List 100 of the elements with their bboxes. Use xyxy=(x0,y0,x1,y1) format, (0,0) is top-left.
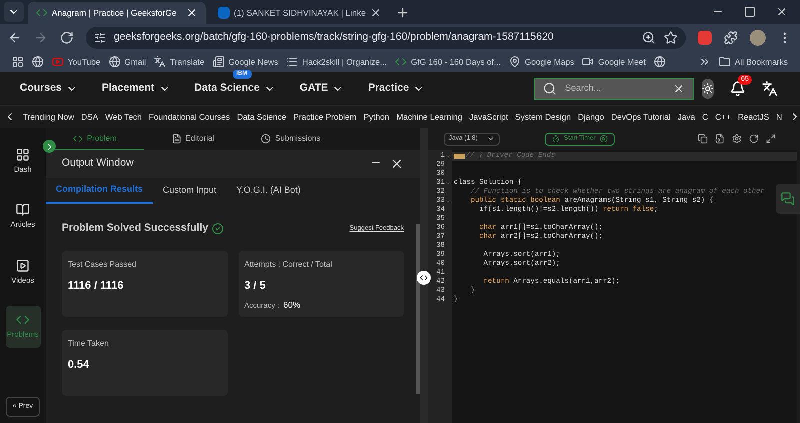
code-icon xyxy=(73,134,84,144)
close-icon[interactable] xyxy=(370,7,382,19)
check-icon xyxy=(212,222,224,235)
url-text: geeksforgeeks.org/batch/gfg-160-problems/track/string-gfg-160/problem/anagram-1587115620 xyxy=(114,30,554,46)
extension-icon[interactable] xyxy=(698,31,712,45)
fold-icon[interactable] xyxy=(446,181,451,186)
output-tab[interactable]: Y.O.G.I. (AI Bot) xyxy=(226,178,311,204)
star-icon[interactable] xyxy=(664,31,678,45)
card-value: 3 / 5 xyxy=(244,278,267,294)
reset-icon[interactable] xyxy=(749,134,759,144)
folded-code-marker[interactable] xyxy=(454,154,465,159)
globe-icon[interactable] xyxy=(654,56,666,68)
folder-icon xyxy=(718,56,731,68)
nav-menu[interactable]: Courses xyxy=(20,80,78,96)
fullscreen-icon[interactable] xyxy=(766,134,776,144)
play-icon xyxy=(52,56,64,68)
apps-icon[interactable] xyxy=(12,56,24,68)
maximize-icon[interactable] xyxy=(744,6,756,18)
tab-title: (1) SANKET SIDHVINAYAK | Linke xyxy=(234,6,366,20)
nav-menu[interactable]: GATE xyxy=(300,80,344,96)
video-camera-icon xyxy=(582,56,594,68)
category-link[interactable]: System Design xyxy=(515,110,572,124)
chat-icon xyxy=(781,192,795,206)
bookmark[interactable]: Translate xyxy=(154,56,205,68)
category-link[interactable]: Java xyxy=(678,110,696,124)
close-icon[interactable] xyxy=(390,157,404,171)
zoom-icon[interactable] xyxy=(642,31,656,45)
new-tab-icon[interactable] xyxy=(396,6,410,20)
output-tab[interactable]: Custom Input xyxy=(153,178,227,204)
category-link[interactable]: N xyxy=(776,110,782,124)
clear-icon[interactable] xyxy=(673,82,686,94)
bookmark[interactable]: Google Maps xyxy=(509,56,574,68)
extensions-icon[interactable] xyxy=(724,31,738,45)
browser-tab[interactable]: (1) SANKET SIDHVINAYAK | Linke xyxy=(210,2,388,24)
document-icon xyxy=(172,134,182,144)
tab-search-button[interactable] xyxy=(4,2,24,22)
category-link[interactable]: JavaScript xyxy=(470,110,508,124)
search-icon xyxy=(543,82,558,96)
card-value: 0.54 xyxy=(68,358,90,373)
card-label: Attempts : Correct / Total xyxy=(244,258,334,271)
code-icon xyxy=(420,274,428,282)
accuracy-value: 60% xyxy=(284,299,301,312)
translate-icon[interactable] xyxy=(762,80,778,96)
import-icon[interactable] xyxy=(715,134,725,144)
category-link[interactable]: ReactJS xyxy=(738,110,770,124)
card-value: 1116 / 1116 xyxy=(68,278,125,294)
nav-menu[interactable]: Placement xyxy=(102,80,171,96)
translate-icon xyxy=(154,56,166,68)
bell-icon[interactable] xyxy=(730,80,746,96)
sun-icon xyxy=(702,82,714,94)
card-label: Time Taken xyxy=(68,338,110,350)
bookmark[interactable]: Google News xyxy=(212,56,278,68)
problem-tab[interactable]: Editorial xyxy=(144,128,242,150)
bookmark[interactable]: Google Meet xyxy=(582,56,646,68)
reload-icon[interactable] xyxy=(60,31,74,45)
all-bookmarks[interactable]: All Bookmarks xyxy=(718,56,788,68)
category-link[interactable]: Trending Now xyxy=(23,110,74,124)
category-link[interactable]: DevOps Tutorial xyxy=(611,110,671,124)
category-link[interactable]: DSA xyxy=(81,110,98,124)
more-icon[interactable] xyxy=(698,56,711,68)
back-icon[interactable] xyxy=(8,31,22,45)
category-link[interactable]: C++ xyxy=(715,110,732,124)
category-link[interactable]: Practice Problem xyxy=(294,110,357,124)
linkedin-icon xyxy=(218,7,230,19)
chevron-down-icon xyxy=(487,135,495,143)
close-icon[interactable] xyxy=(186,7,198,19)
fold-icon[interactable] xyxy=(446,199,451,204)
problem-tab[interactable]: Submissions xyxy=(242,128,340,150)
copy-icon[interactable] xyxy=(698,134,708,144)
category-link[interactable]: Foundational Courses xyxy=(149,110,230,124)
sliders-icon[interactable] xyxy=(94,32,106,44)
grid-icon xyxy=(16,148,30,162)
fold-icon[interactable] xyxy=(446,154,451,159)
category-link[interactable]: Python xyxy=(364,110,390,124)
status-message: Problem Solved Successfully xyxy=(62,221,208,236)
category-link[interactable]: Django xyxy=(578,110,604,124)
play-icon xyxy=(600,135,608,143)
category-link[interactable]: C xyxy=(702,110,708,124)
nav-menu[interactable]: Practice xyxy=(368,80,426,96)
theme-toggle[interactable] xyxy=(702,78,714,98)
close-icon[interactable] xyxy=(776,6,788,18)
address-bar[interactable]: geeksforgeeks.org/batch/gfg-160-problems/track/string-gfg-160/problem/anagram-1587115620 xyxy=(86,27,686,49)
bookmark[interactable]: Hack2skill | Organize... xyxy=(286,56,388,68)
play-icon xyxy=(16,258,30,272)
category-link[interactable]: Machine Learning xyxy=(396,110,463,124)
category-link[interactable]: Web Tech xyxy=(105,110,142,124)
bookmark[interactable]: GfG 160 - 160 Days of... xyxy=(395,56,502,68)
timer-icon xyxy=(552,135,560,143)
chat-button[interactable] xyxy=(776,184,800,214)
card-label: Test Cases Passed xyxy=(68,258,138,271)
search-bar[interactable]: Search... xyxy=(534,78,694,100)
bookmark[interactable]: YouTube xyxy=(52,56,101,68)
category-link[interactable]: Data Science xyxy=(237,110,287,124)
expand-button[interactable] xyxy=(43,140,56,153)
search-input[interactable]: Search... xyxy=(565,82,666,96)
browser-tab[interactable]: Anagram | Practice | GeeksforGe xyxy=(28,2,206,24)
settings-icon[interactable] xyxy=(732,134,742,144)
profile-avatar[interactable] xyxy=(750,30,766,46)
bookmark[interactable]: Gmail xyxy=(108,56,146,68)
globe-icon[interactable] xyxy=(32,56,44,68)
